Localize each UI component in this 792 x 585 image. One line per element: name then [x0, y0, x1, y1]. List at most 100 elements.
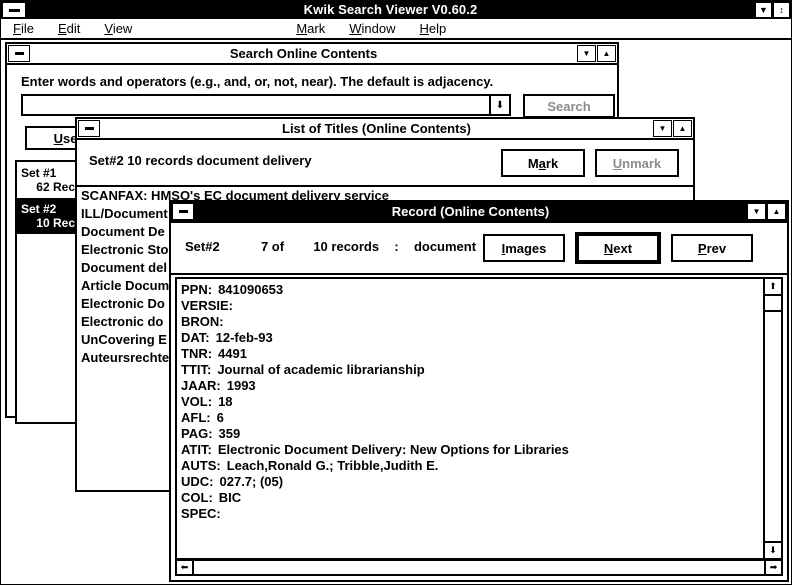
menu-window[interactable]: Window — [337, 19, 407, 38]
field-label: AFL: — [181, 410, 211, 425]
field-label: ATIT: — [181, 442, 212, 457]
unmark-button-label: Unmark — [612, 155, 662, 171]
system-menu-icon[interactable] — [2, 2, 26, 18]
record-field: SPEC: — [181, 506, 763, 522]
system-menu-bar-glyph — [14, 52, 24, 55]
vertical-scroll-track[interactable] — [765, 312, 781, 541]
search-button[interactable]: Search — [523, 94, 615, 118]
set-record-count: 10 Rec — [36, 216, 75, 230]
field-label: PPN: — [181, 282, 213, 297]
field-value — [221, 506, 227, 521]
field-label: AUTS: — [181, 458, 221, 473]
titles-window-system-menu-icon[interactable] — [78, 120, 100, 137]
minimize-icon[interactable]: ▼ — [755, 2, 772, 18]
record-field: BRON: — [181, 314, 763, 330]
record-window-minimize-icon[interactable]: ▼ — [747, 203, 766, 220]
field-value: Journal of academic librarianship — [217, 362, 425, 377]
search-window-title: Search Online Contents — [229, 46, 378, 61]
record-position: 7 of — [260, 239, 285, 254]
field-label: BRON: — [181, 314, 224, 329]
field-label: COL: — [181, 490, 213, 505]
maximize-restore-icon[interactable]: ↕ — [773, 2, 790, 18]
scroll-right-icon[interactable]: ➡ — [764, 561, 781, 574]
record-horizontal-scrollbar[interactable]: ⬅ ➡ — [175, 559, 783, 576]
system-menu-bar-glyph — [84, 127, 94, 130]
menu-view[interactable]: View — [92, 19, 144, 38]
record-set-label: Set#2 — [185, 239, 220, 254]
record-body: PPN: 841090653 VERSIE: BRON: DAT: 12-feb-9… — [175, 277, 783, 560]
scroll-left-icon[interactable]: ⬅ — [177, 561, 194, 574]
app-titlebar: Kwik Search Viewer V0.60.2 ▼ ↕ — [1, 1, 791, 19]
record-field: AFL: 6 — [181, 410, 763, 426]
titles-window-maximize-icon[interactable]: ▲ — [673, 120, 692, 137]
images-button-label: Images — [501, 240, 547, 256]
record-vertical-scrollbar[interactable]: ⬆ ⬇ — [763, 279, 781, 558]
horizontal-scroll-track[interactable] — [194, 561, 764, 574]
unmark-button[interactable]: Unmark — [595, 149, 679, 177]
record-window-title: Record (Online Contents) — [391, 204, 550, 219]
search-window-minimize-icon[interactable]: ▼ — [577, 45, 596, 62]
search-query-row: ⬇ — [21, 94, 511, 116]
record-field: TNR: 4491 — [181, 346, 763, 362]
scroll-up-icon[interactable]: ⬆ — [765, 279, 781, 296]
record-total: 10 records — [313, 239, 380, 254]
result-sets-list[interactable]: Set #1 62 Rec Set #2 10 Rec — [15, 160, 83, 424]
vertical-scroll-thumb[interactable] — [765, 296, 781, 312]
search-input[interactable] — [21, 94, 491, 116]
record-kind: document — [413, 239, 477, 254]
field-label: TTIT: — [181, 362, 212, 377]
field-value: BIC — [218, 490, 242, 505]
prev-button[interactable]: Prev — [671, 234, 753, 262]
field-value: 359 — [218, 426, 241, 441]
field-value: Leach,Ronald G.; Tribble,Judith E. — [226, 458, 439, 473]
record-separator: : — [394, 239, 399, 254]
list-item[interactable]: Set #1 62 Rec — [17, 162, 81, 198]
field-value: 027.7; (05) — [219, 474, 284, 489]
field-label: DAT: — [181, 330, 210, 345]
field-value: 841090653 — [218, 282, 284, 297]
images-button[interactable]: Images — [483, 234, 565, 262]
record-field: PPN: 841090653 — [181, 282, 763, 298]
set-name: Set #2 — [21, 202, 57, 216]
titles-window-minimize-icon[interactable]: ▼ — [653, 120, 672, 137]
next-button[interactable]: Next — [577, 234, 659, 262]
mark-button-label: Mark — [527, 155, 559, 171]
record-window-system-menu-icon[interactable] — [172, 203, 194, 220]
record-field: TTIT: Journal of academic librarianship — [181, 362, 763, 378]
record-field: DAT: 12-feb-93 — [181, 330, 763, 346]
titles-window-title: List of Titles (Online Contents) — [282, 121, 471, 136]
record-field: VERSIE: — [181, 298, 763, 314]
field-label: SPEC: — [181, 506, 221, 521]
record-header: Set#2 7 of 10 records : document Images … — [171, 223, 787, 275]
field-value — [233, 298, 239, 313]
search-button-label: Search — [547, 98, 591, 114]
search-window-system-menu-icon[interactable] — [8, 45, 30, 62]
field-label: JAAR: — [181, 378, 221, 393]
search-window-maximize-icon[interactable]: ▲ — [597, 45, 616, 62]
menu-edit[interactable]: Edit — [46, 19, 92, 38]
titles-header: Set#2 10 records document delivery Mark … — [77, 140, 693, 187]
menu-mark[interactable]: Mark — [284, 19, 337, 38]
record-window-maximize-icon[interactable]: ▲ — [767, 203, 786, 220]
scroll-down-icon[interactable]: ⬇ — [765, 541, 781, 558]
system-menu-bar-glyph — [178, 210, 188, 213]
field-label: PAG: — [181, 426, 213, 441]
app-title: Kwik Search Viewer V0.60.2 — [303, 2, 478, 17]
mark-button[interactable]: Mark — [501, 149, 585, 177]
record-window[interactable]: Record (Online Contents) ▼ ▲ Set#2 7 of … — [169, 200, 789, 582]
search-history-dropdown-icon[interactable]: ⬇ — [491, 94, 511, 116]
record-field: UDC: 027.7; (05) — [181, 474, 763, 490]
record-window-titlebar: Record (Online Contents) ▼ ▲ — [171, 202, 787, 223]
field-value: 4491 — [218, 346, 247, 361]
list-item[interactable]: Set #2 10 Rec — [17, 198, 81, 234]
next-button-label: Next — [603, 240, 633, 256]
record-field: AUTS: Leach,Ronald G.; Tribble,Judith E. — [181, 458, 763, 474]
menu-file[interactable]: File — [1, 19, 46, 38]
record-field: COL: BIC — [181, 490, 763, 506]
record-field-list[interactable]: PPN: 841090653 VERSIE: BRON: DAT: 12-feb-9… — [177, 279, 763, 558]
set-record-count: 62 Rec — [36, 180, 75, 194]
record-field: VOL: 18 — [181, 394, 763, 410]
field-value: 6 — [216, 410, 224, 425]
menu-help[interactable]: Help — [407, 19, 458, 38]
titles-summary-label: Set#2 10 records document delivery — [89, 153, 312, 168]
